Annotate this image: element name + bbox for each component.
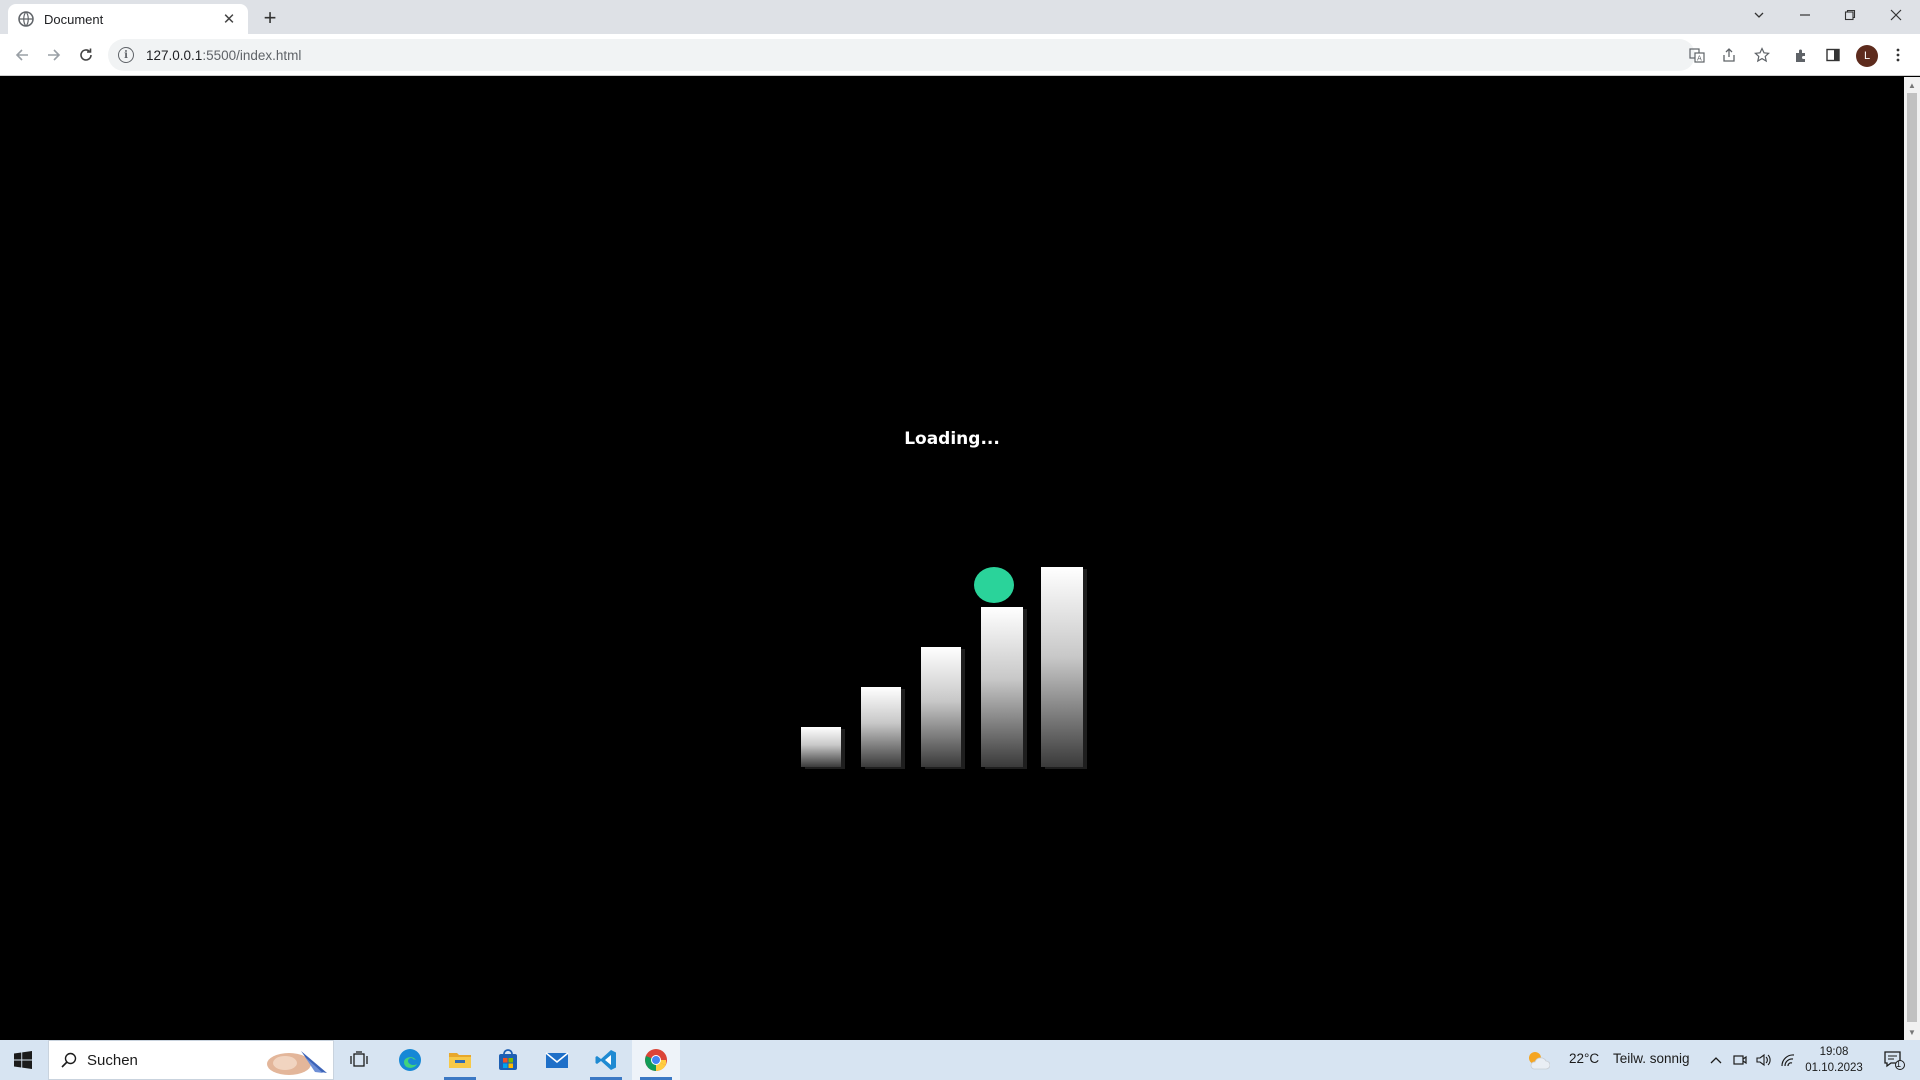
bookmark-star-icon[interactable] — [1750, 43, 1774, 67]
notification-center-button[interactable]: 1 — [1874, 1040, 1914, 1080]
reload-button[interactable] — [72, 41, 100, 69]
globe-icon — [18, 11, 34, 27]
taskbar-chrome[interactable] — [632, 1040, 680, 1080]
weather-icon[interactable] — [1524, 1040, 1552, 1080]
new-tab-button[interactable]: + — [258, 5, 282, 30]
volume-icon[interactable] — [1752, 1040, 1776, 1080]
forward-button[interactable] — [40, 41, 68, 69]
file-explorer-icon — [449, 1053, 471, 1068]
loading-text: Loading... — [904, 429, 1000, 449]
loader-bar-1 — [801, 727, 841, 767]
search-label: Suchen — [87, 1051, 138, 1069]
browser-toolbar: i 127.0.0.1:5500/index.html A L — [0, 34, 1920, 76]
url-text: 127.0.0.1:5500/index.html — [146, 47, 302, 63]
edge-browser-icon — [399, 1049, 421, 1071]
chrome-icon — [645, 1049, 667, 1071]
taskbar-file-explorer[interactable] — [436, 1040, 484, 1080]
meet-camera-icon[interactable] — [1728, 1040, 1752, 1080]
share-icon[interactable] — [1717, 43, 1741, 67]
translate-icon[interactable]: A — [1685, 43, 1709, 67]
loader-bar-5 — [1041, 567, 1083, 767]
loader-bar-3 — [921, 647, 961, 767]
vertical-scrollbar[interactable]: ▲ ▼ — [1904, 77, 1920, 1040]
clock-date: 01.10.2023 — [1805, 1062, 1863, 1074]
restore-button[interactable] — [1828, 0, 1872, 30]
clock-time: 19:08 — [1819, 1046, 1849, 1058]
loader-ball — [974, 567, 1014, 603]
search-highlight-art-icon — [267, 1051, 327, 1075]
notification-count: 1 — [1896, 1059, 1902, 1069]
weather-temp[interactable]: 22°C — [1569, 1051, 1599, 1066]
notification-icon — [1884, 1051, 1905, 1070]
page-viewport: Loading... — [0, 77, 1904, 1040]
profile-avatar[interactable]: L — [1856, 45, 1878, 67]
taskbar-vscode[interactable] — [582, 1040, 630, 1080]
loader-bar-2 — [861, 687, 901, 767]
title-bar: Document ✕ + — [0, 0, 1920, 34]
store-icon — [499, 1049, 517, 1070]
scrollbar-thumb[interactable] — [1907, 93, 1917, 1022]
loader-bar-4 — [981, 607, 1023, 767]
close-window-button[interactable] — [1874, 0, 1918, 30]
windows-logo-icon — [14, 1051, 32, 1069]
site-info-icon[interactable]: i — [118, 47, 134, 63]
search-icon — [61, 1052, 77, 1068]
taskbar-mail[interactable] — [533, 1040, 581, 1080]
taskbar-search[interactable]: Suchen — [48, 1040, 334, 1080]
menu-icon[interactable] — [1886, 43, 1910, 67]
vscode-icon — [595, 1050, 616, 1070]
windows-taskbar: Suchen 22°C Teilw. sonnig 19:08 01.10.20… — [0, 1040, 1920, 1080]
scroll-down-arrow-icon[interactable]: ▼ — [1907, 1027, 1917, 1037]
address-bar[interactable]: i 127.0.0.1:5500/index.html — [108, 39, 1695, 71]
side-panel-icon[interactable] — [1821, 43, 1845, 67]
tab-search-icon[interactable] — [1737, 0, 1781, 30]
taskbar-edge[interactable] — [386, 1040, 434, 1080]
tab-title: Document — [44, 11, 104, 27]
scroll-up-arrow-icon[interactable]: ▲ — [1907, 80, 1917, 90]
start-button[interactable] — [0, 1040, 46, 1080]
taskbar-store[interactable] — [484, 1040, 532, 1080]
minimize-button[interactable] — [1783, 0, 1827, 30]
close-tab-icon[interactable]: ✕ — [220, 10, 238, 28]
svg-text:A: A — [1697, 55, 1702, 63]
back-button[interactable] — [8, 41, 36, 69]
system-clock[interactable]: 19:08 01.10.2023 — [1800, 1044, 1868, 1076]
extensions-icon[interactable] — [1789, 43, 1813, 67]
task-view-icon — [350, 1051, 368, 1067]
tray-overflow-chevron-icon[interactable] — [1704, 1040, 1728, 1080]
weather-text[interactable]: Teilw. sonnig — [1613, 1051, 1690, 1066]
task-view-button[interactable] — [335, 1040, 383, 1080]
wifi-icon[interactable] — [1776, 1040, 1800, 1080]
mail-icon — [545, 1052, 569, 1068]
tab-document[interactable]: Document ✕ — [8, 4, 248, 34]
